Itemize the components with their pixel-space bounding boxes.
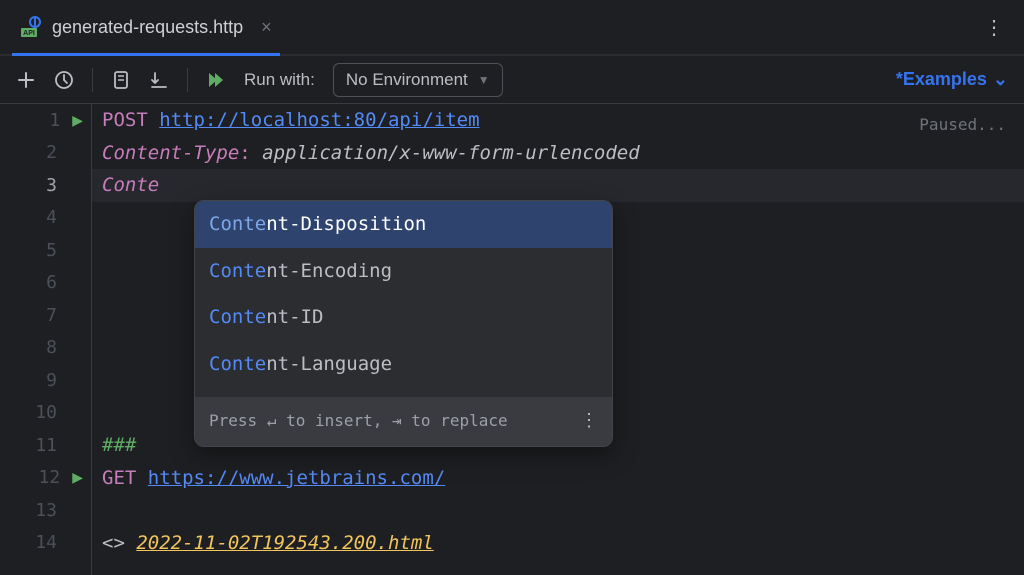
run-gutter-icon[interactable]: ▶: [72, 469, 83, 486]
toolbar-divider: [92, 68, 93, 92]
tab-bar: API generated-requests.http × ⋮: [0, 0, 1024, 56]
line-number: 6: [33, 272, 57, 293]
line-number: 8: [33, 337, 57, 358]
chevron-down-icon: ▼: [478, 73, 490, 87]
autocomplete-more-icon[interactable]: ⋮: [580, 405, 598, 438]
gutter-row[interactable]: 9: [0, 364, 91, 397]
line-number: 14: [33, 532, 57, 553]
gutter-row[interactable]: 12 ▶: [0, 462, 91, 495]
toolbar-divider: [187, 68, 188, 92]
run-gutter-icon[interactable]: ▶: [72, 112, 83, 129]
toolbar-left: Run with: No Environment ▼: [16, 63, 503, 97]
gutter-row[interactable]: 8: [0, 332, 91, 365]
gutter-row[interactable]: 10: [0, 397, 91, 430]
line-number: 10: [33, 402, 57, 423]
line-number: 4: [33, 207, 57, 228]
more-menu-icon[interactable]: ⋮: [976, 15, 1012, 40]
gutter-row[interactable]: 11: [0, 429, 91, 462]
gutter-row[interactable]: 6: [0, 267, 91, 300]
gutter-row[interactable]: 7: [0, 299, 91, 332]
gutter-row[interactable]: 13: [0, 494, 91, 527]
editor-area: 1▶23456789101112▶1314 Paused... POST htt…: [0, 104, 1024, 575]
file-tab[interactable]: API generated-requests.http ×: [12, 0, 280, 54]
environment-dropdown[interactable]: No Environment ▼: [333, 63, 503, 97]
autocomplete-footer: Press ↵ to insert, ⇥ to replace ⋮: [195, 397, 612, 446]
autocomplete-item[interactable]: Content-Length: [195, 387, 612, 397]
line-number: 9: [33, 370, 57, 391]
line-number: 3: [33, 175, 57, 196]
chevron-down-icon: ⌄: [993, 69, 1008, 90]
examples-label: *Examples: [896, 69, 987, 90]
autocomplete-list: Content-DispositionContent-EncodingConte…: [195, 201, 612, 397]
code-line: [102, 494, 1024, 527]
gutter-row[interactable]: 14: [0, 527, 91, 560]
autocomplete-item[interactable]: Content-Encoding: [195, 248, 612, 295]
code-line: <> 2022-11-02T192543.200.html: [102, 527, 1024, 560]
code-area[interactable]: Paused... POST http://localhost:80/api/i…: [92, 104, 1024, 575]
add-request-icon[interactable]: [16, 70, 36, 90]
status-hint: Paused...: [919, 109, 1006, 142]
gutter: 1▶23456789101112▶1314: [0, 104, 92, 575]
history-icon[interactable]: [54, 70, 74, 90]
line-number: 5: [33, 240, 57, 261]
gutter-row[interactable]: 3: [0, 169, 91, 202]
line-number: 12: [36, 467, 60, 488]
examples-button[interactable]: *Examples ⌄: [896, 69, 1008, 90]
gutter-row[interactable]: 5: [0, 234, 91, 267]
gutter-row[interactable]: 2: [0, 137, 91, 170]
autocomplete-popup: Content-DispositionContent-EncodingConte…: [194, 200, 613, 447]
convert-icon[interactable]: [111, 70, 131, 90]
autocomplete-hint: Press ↵ to insert, ⇥ to replace: [209, 405, 508, 438]
svg-text:API: API: [23, 30, 35, 37]
line-number: 7: [33, 305, 57, 326]
code-line: GET https://www.jetbrains.com/: [102, 462, 1024, 495]
env-selected-label: No Environment: [346, 70, 468, 90]
line-number: 2: [33, 142, 57, 163]
line-number: 11: [33, 435, 57, 456]
code-line: POST http://localhost:80/api/item: [102, 104, 1024, 137]
autocomplete-item[interactable]: Content-Language: [195, 341, 612, 388]
close-icon[interactable]: ×: [261, 17, 272, 38]
autocomplete-item[interactable]: Content-ID: [195, 294, 612, 341]
line-number: 13: [33, 500, 57, 521]
code-line-current: Conte: [92, 169, 1024, 202]
gutter-row[interactable]: 4: [0, 202, 91, 235]
gutter-row[interactable]: 1▶: [0, 104, 91, 137]
autocomplete-item[interactable]: Content-Disposition: [195, 201, 612, 248]
run-all-icon[interactable]: [206, 70, 226, 90]
api-file-icon: API: [20, 16, 42, 38]
run-with-label: Run with:: [244, 70, 315, 90]
import-icon[interactable]: [149, 70, 169, 90]
code-line: Content-Type: application/x-www-form-url…: [102, 137, 1024, 170]
line-number: 1: [36, 110, 60, 131]
tab-filename: generated-requests.http: [52, 17, 243, 38]
toolbar: Run with: No Environment ▼ *Examples ⌄: [0, 56, 1024, 104]
